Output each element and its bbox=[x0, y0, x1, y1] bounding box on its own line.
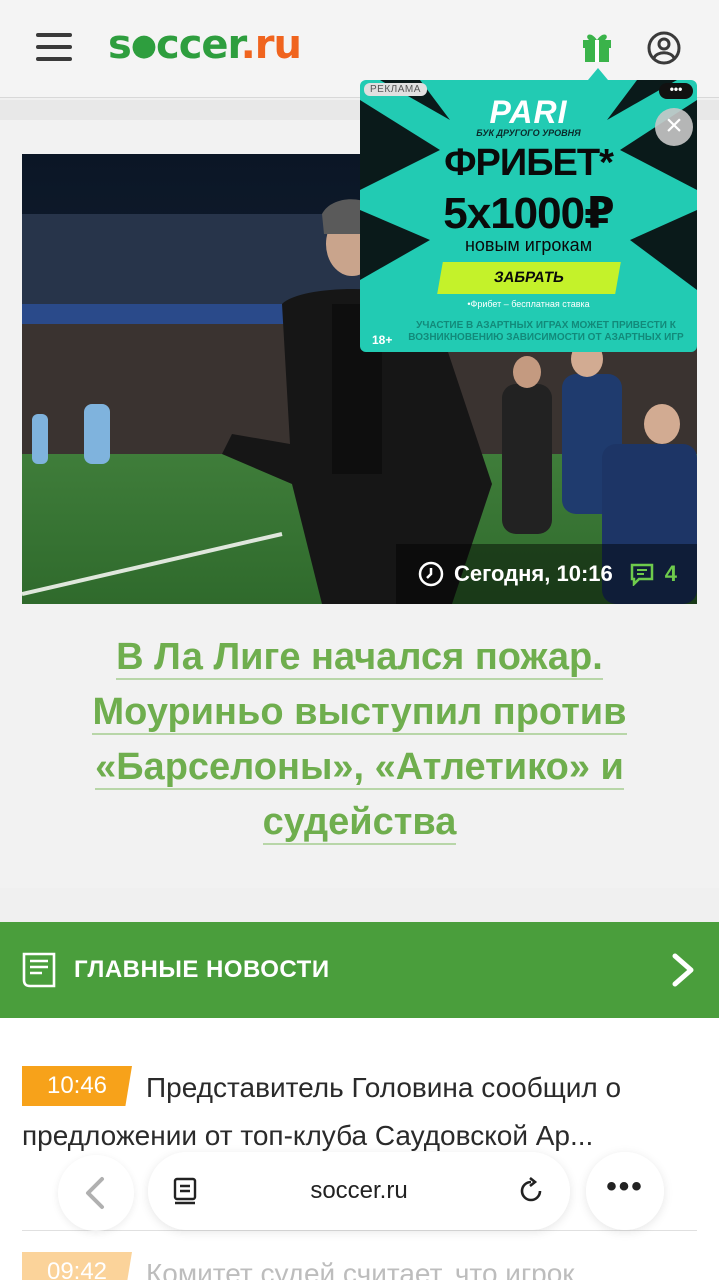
ad-note: •Фрибет – бесплатная ставка bbox=[467, 299, 590, 309]
main-news-header[interactable]: ГЛАВНЫЕ НОВОСТИ bbox=[0, 922, 719, 1018]
ad-claim-button[interactable]: ЗАБРАТЬ bbox=[437, 262, 621, 294]
news-item[interactable]: 10:46 Представитель Головина сообщил о пр… bbox=[22, 1064, 697, 1160]
reload-icon[interactable] bbox=[516, 1176, 546, 1206]
user-account-icon[interactable] bbox=[646, 30, 682, 66]
browser-address-bar[interactable]: soccer.ru bbox=[148, 1152, 570, 1230]
comments-count[interactable]: 4 bbox=[665, 561, 677, 587]
article-meta: Сегодня, 10:16 4 bbox=[396, 544, 697, 604]
news-time-badge: 09:42 bbox=[22, 1252, 132, 1280]
ad-pointer bbox=[588, 68, 608, 80]
gift-icon[interactable] bbox=[580, 28, 614, 64]
ad-banner[interactable]: РЕКЛАМА ••• PARI БУК ДРУГОГО УРОВНЯ ФРИБ… bbox=[360, 80, 697, 352]
clock-icon bbox=[418, 561, 444, 587]
browser-url: soccer.ru bbox=[310, 1177, 408, 1204]
browser-back-button[interactable] bbox=[58, 1155, 134, 1231]
article-headline: В Ла Лиге начался пожар. Моуриньо выступ… bbox=[30, 630, 689, 850]
close-icon[interactable]: × bbox=[655, 108, 693, 146]
ad-tagline: БУК ДРУГОГО УРОВНЯ bbox=[476, 128, 581, 138]
comments-icon bbox=[630, 563, 653, 586]
news-time-badge: 10:46 bbox=[22, 1066, 132, 1106]
chevron-right-icon[interactable] bbox=[671, 952, 695, 988]
ad-age-badge: 18+ bbox=[372, 333, 393, 347]
ad-subtitle: новым игрокам bbox=[464, 235, 593, 255]
ad-freebet: ФРИБЕТ* bbox=[444, 142, 614, 184]
news-item[interactable]: 09:42 Комитет судей считает, что игрок bbox=[22, 1250, 697, 1280]
newspaper-icon bbox=[22, 952, 56, 988]
main-news-title: ГЛАВНЫЕ НОВОСТИ bbox=[74, 956, 330, 983]
menu-icon[interactable] bbox=[36, 33, 72, 61]
ball-icon: ● bbox=[130, 28, 157, 63]
ad-brand-logo: PARI bbox=[489, 94, 568, 130]
ad-amount: 5x1000₽ bbox=[443, 189, 614, 238]
article-headline-link[interactable]: В Ла Лиге начался пожар. Моуриньо выступ… bbox=[92, 636, 627, 845]
site-logo[interactable]: s●ccer.ru bbox=[108, 22, 302, 68]
ad-warning: УЧАСТИЕ В АЗАРТНЫХ ИГРАХ МОЖЕТ ПРИВЕСТИ … bbox=[408, 320, 684, 343]
article-time: Сегодня, 10:16 bbox=[454, 561, 613, 586]
news-title: Комитет судей считает, что игрок bbox=[146, 1258, 575, 1280]
more-options-icon[interactable]: ••• bbox=[586, 1152, 664, 1230]
chevron-left-icon bbox=[86, 1177, 104, 1209]
